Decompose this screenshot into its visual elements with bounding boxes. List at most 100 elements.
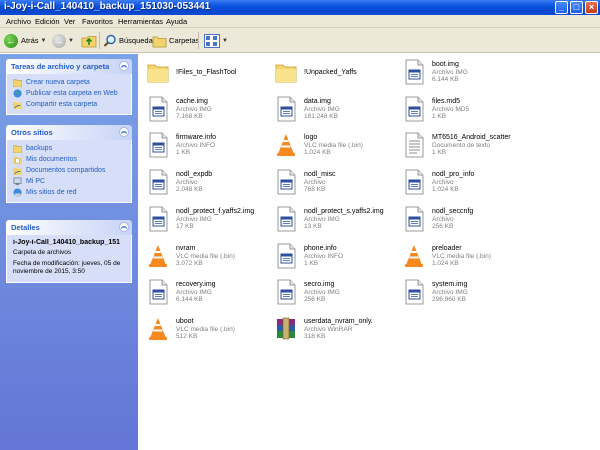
views-button[interactable]: ▼: [204, 32, 228, 49]
place-my-documents[interactable]: Mis documentos: [13, 154, 131, 165]
file-size: 256 KB: [304, 296, 326, 304]
file-icon: [274, 96, 298, 122]
file-size: 1.024 KB: [432, 259, 459, 267]
place-backups[interactable]: backups: [13, 143, 131, 154]
new-folder-icon: [13, 79, 22, 87]
file-name: system.img: [432, 281, 468, 289]
file-name: nodl_misc: [304, 171, 336, 179]
close-button[interactable]: ×: [585, 1, 598, 14]
file-name: firmware.info: [176, 134, 217, 142]
file-item[interactable]: userdata_nvram_only. Archivo WinRAR 318 KB: [268, 314, 394, 346]
file-item[interactable]: nodl_expdb Archivo 2.048 KB: [140, 167, 266, 199]
task-share-folder[interactable]: Compartir esta carpeta: [13, 99, 131, 110]
menu-ver[interactable]: Ver: [64, 17, 75, 26]
menu-archivo[interactable]: Archivo: [6, 17, 31, 26]
file-item[interactable]: uboot VLC media file (.bin) 512 KB: [140, 314, 266, 346]
up-folder-button[interactable]: [81, 32, 97, 49]
file-icon: [146, 96, 170, 122]
place-label: Mis sitios de red: [26, 189, 77, 196]
file-size: 1 KB: [176, 149, 191, 157]
file-item[interactable]: nodl_misc Archivo 768 KB: [268, 167, 394, 199]
back-button[interactable]: ← Atrás ▼: [4, 32, 46, 49]
file-item[interactable]: phone.info Archivo INFO 1 KB: [268, 241, 394, 273]
file-type: Archivo: [432, 215, 454, 223]
minimize-button[interactable]: _: [555, 1, 568, 14]
file-item[interactable]: logo VLC media file (.bin) 1.024 KB: [268, 130, 394, 162]
file-item[interactable]: nvram VLC media file (.bin) 3.072 KB: [140, 241, 266, 273]
menu-bar: Archivo Edición Ver Favoritos Herramient…: [0, 15, 600, 28]
file-type: Archivo: [176, 179, 198, 187]
file-item[interactable]: !Unpacked_Yaffs: [268, 57, 394, 89]
file-type: VLC media file (.bin): [176, 325, 235, 333]
file-item[interactable]: !Files_to_FlashTool: [140, 57, 266, 89]
place-shared-documents[interactable]: Documentos compartidos: [13, 165, 131, 176]
file-item[interactable]: nodl_protect_f.yaffs2.img Archivo IMG 17 K…: [140, 204, 266, 236]
task-new-folder[interactable]: Crear nueva carpeta: [13, 77, 131, 88]
file-type: Archivo IMG: [176, 289, 212, 297]
file-name: userdata_nvram_only.: [304, 317, 373, 325]
menu-herramientas[interactable]: Herramientas: [118, 17, 163, 26]
file-item[interactable]: secro.img Archivo IMG 256 KB: [268, 277, 394, 309]
file-type: Archivo IMG: [432, 69, 468, 76]
file-item[interactable]: preloader VLC media file (.bin) 1.024 KB: [396, 241, 522, 273]
file-icon: [402, 206, 426, 232]
file-item[interactable]: system.img Archivo IMG 296.960 KB: [396, 277, 522, 309]
folders-icon: [152, 36, 167, 47]
task-pane: Tareas de archivo y carpeta ︽ Crear nuev…: [0, 54, 138, 450]
file-item[interactable]: cache.img Archivo IMG 7.168 KB: [140, 94, 266, 126]
file-size: 1 KB: [432, 149, 447, 157]
chevron-down-icon: ▼: [222, 37, 228, 44]
file-item[interactable]: recovery.img Archivo IMG 6.144 KB: [140, 277, 266, 309]
file-type: VLC media file (.bin): [176, 252, 235, 260]
file-item[interactable]: firmware.info Archivo INFO 1 KB: [140, 130, 266, 162]
task-publish-web[interactable]: Publicar esta carpeta en Web: [13, 88, 131, 99]
file-tasks-title: Tareas de archivo y carpeta: [11, 62, 110, 71]
globe-icon: [13, 89, 22, 98]
file-item[interactable]: nodl_protect_s.yaffs2.img Archivo IMG 13 K…: [268, 204, 394, 236]
other-places-header[interactable]: Otros sitios ︽: [6, 125, 132, 140]
file-item[interactable]: files.md5 Archivo MD5 1 KB: [396, 94, 522, 126]
file-type: Archivo INFO: [304, 252, 344, 260]
file-name: files.md5: [432, 97, 461, 105]
file-size: 1 KB: [304, 259, 319, 267]
file-icon: [274, 169, 298, 195]
menu-edicion[interactable]: Edición: [35, 17, 60, 26]
other-places-panel: Otros sitios ︽ backups Mis documentos Do…: [6, 125, 132, 203]
place-network[interactable]: Mis sitios de red: [13, 187, 131, 198]
file-item[interactable]: nodl_seccnfg Archivo 256 KB: [396, 204, 522, 236]
collapse-icon[interactable]: ︽: [119, 127, 129, 137]
folders-button[interactable]: Carpetas: [152, 32, 199, 49]
collapse-icon[interactable]: ︽: [119, 61, 129, 71]
file-item[interactable]: data.img Archivo IMG 181.248 KB: [268, 94, 394, 126]
place-label: backups: [26, 145, 53, 152]
maximize-button[interactable]: □: [570, 1, 583, 14]
title-bar[interactable]: i-Joy-i-Call_140410_backup_151030-053441…: [0, 0, 600, 15]
file-name: nodl_pro_info: [432, 171, 475, 179]
menu-ayuda[interactable]: Ayuda: [166, 17, 187, 26]
place-label: Mis documentos: [26, 156, 77, 163]
search-button[interactable]: Búsqueda: [103, 32, 153, 49]
file-item[interactable]: nodl_pro_info Archivo 1.024 KB: [396, 167, 522, 199]
file-type: Archivo: [432, 179, 454, 187]
chevron-down-icon: ▼: [40, 37, 47, 44]
forward-arrow-icon: →: [52, 33, 66, 48]
file-list-view[interactable]: !Files_to_FlashTool !Unpacked_Yaffs boot.i…: [138, 54, 600, 450]
place-label: Documentos compartidos: [26, 167, 106, 174]
file-item[interactable]: boot.img Archivo IMG 6.144 KB: [396, 57, 522, 89]
details-header[interactable]: Detalles ︽: [6, 220, 132, 235]
file-size: 1.024 KB: [432, 186, 459, 194]
details-modified: Fecha de modificación: jueves, 05 de nov…: [13, 260, 121, 275]
back-label: Atrás: [21, 36, 39, 45]
file-type: Archivo IMG: [176, 105, 212, 113]
file-item[interactable]: MT6516_Android_scatter Documento de texto…: [396, 130, 522, 162]
menu-favoritos[interactable]: Favoritos: [82, 17, 113, 26]
other-places-title: Otros sitios: [11, 128, 53, 137]
details-name: i-Joy-i-Call_140410_backup_151: [13, 239, 121, 246]
details-body: i-Joy-i-Call_140410_backup_151 Carpeta d…: [6, 235, 132, 283]
file-size: 512 KB: [176, 332, 198, 340]
forward-button[interactable]: → ▼: [52, 32, 74, 49]
place-my-pc[interactable]: Mi PC: [13, 176, 131, 187]
collapse-icon[interactable]: ︽: [119, 222, 129, 232]
file-type: VLC media file (.bin): [432, 252, 491, 260]
file-tasks-header[interactable]: Tareas de archivo y carpeta ︽: [6, 59, 132, 74]
